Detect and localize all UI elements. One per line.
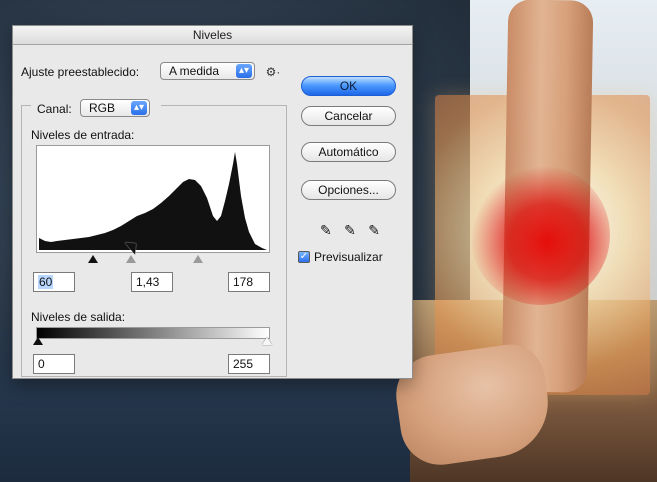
histogram-plot (39, 152, 267, 250)
levels-dialog: Niveles Ajuste preestablecido: A medida … (12, 25, 413, 379)
preview-label: Previsualizar (314, 250, 383, 264)
ok-button[interactable]: OK (301, 76, 396, 96)
input-black-slider[interactable] (88, 255, 98, 263)
output-black-field[interactable]: 0 (33, 354, 75, 374)
input-white-field[interactable]: 178 (228, 272, 270, 292)
white-eyedropper-icon[interactable]: ✎ (368, 222, 380, 239)
input-black-value: 60 (38, 275, 54, 289)
output-gradient (36, 327, 270, 339)
eyedropper-tools: ✎ ✎ ✎ (320, 221, 380, 239)
input-gamma-field[interactable]: 1,43 (131, 272, 173, 292)
black-eyedropper-icon[interactable]: ✎ (320, 222, 332, 239)
input-black-field[interactable]: 60 (33, 272, 75, 292)
output-white-slider[interactable] (262, 337, 272, 345)
channel-value: RGB (89, 101, 116, 115)
input-white-value: 178 (233, 275, 254, 289)
auto-button[interactable]: Automático (301, 142, 396, 162)
histogram-area (39, 152, 267, 250)
background-blood-splatter (470, 165, 610, 305)
input-gamma-slider[interactable] (126, 255, 136, 263)
options-button[interactable]: Opciones... (301, 180, 396, 200)
dialog-content: Ajuste preestablecido: A medida ▴▾ ⚙· OK… (13, 45, 412, 378)
channel-up-down-arrows-icon: ▴▾ (131, 101, 147, 115)
channel-dropdown[interactable]: RGB ▴▾ (80, 99, 150, 117)
up-down-arrows-icon: ▴▾ (236, 64, 252, 78)
output-white-value: 255 (233, 357, 254, 371)
output-black-value: 0 (38, 357, 45, 371)
dialog-titlebar[interactable]: Niveles (13, 26, 412, 45)
input-white-slider[interactable] (193, 255, 203, 263)
channel-label: Canal: (37, 102, 72, 116)
gear-icon[interactable]: ⚙· (261, 63, 285, 81)
preset-dropdown[interactable]: A medida ▴▾ (160, 62, 255, 80)
output-black-slider[interactable] (33, 337, 43, 345)
output-white-field[interactable]: 255 (228, 354, 270, 374)
input-levels-label: Niveles de entrada: (31, 128, 135, 142)
gray-eyedropper-icon[interactable]: ✎ (344, 222, 356, 239)
preset-value: A medida (169, 64, 220, 78)
cancel-button[interactable]: Cancelar (301, 106, 396, 126)
preview-checkbox[interactable]: ✓ (298, 251, 310, 263)
input-gamma-value: 1,43 (136, 275, 160, 289)
output-levels-label: Niveles de salida: (31, 310, 126, 324)
preset-label: Ajuste preestablecido: (21, 65, 140, 79)
dialog-title: Niveles (192, 28, 233, 42)
histogram (36, 145, 270, 253)
